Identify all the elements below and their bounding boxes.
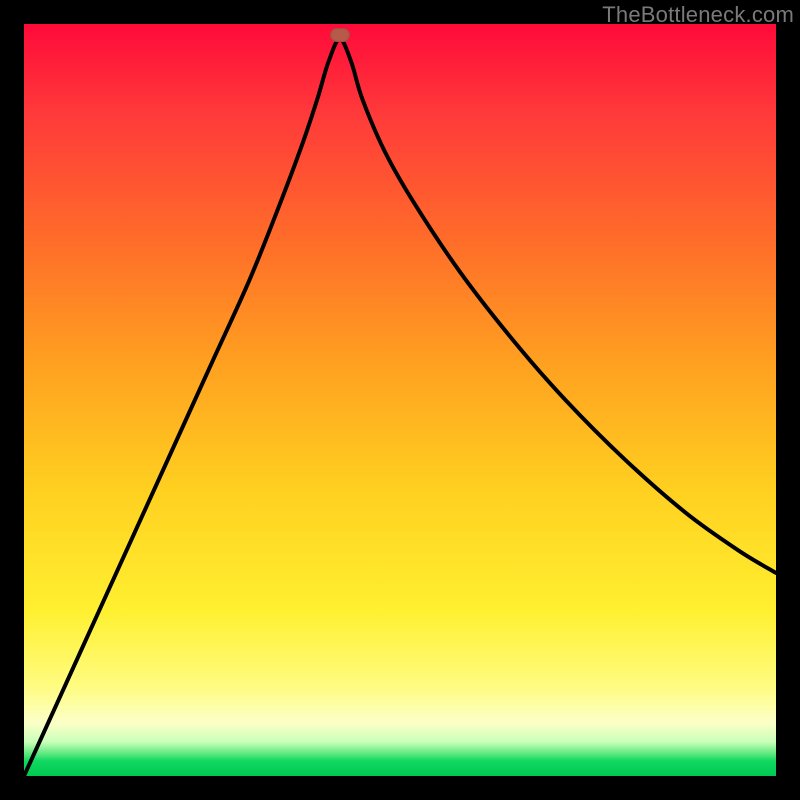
chart-plot-area	[24, 24, 776, 776]
chart-frame: TheBottleneck.com	[0, 0, 800, 800]
bottleneck-curve	[24, 24, 776, 776]
optimal-marker	[330, 28, 350, 42]
watermark-text: TheBottleneck.com	[602, 2, 794, 28]
